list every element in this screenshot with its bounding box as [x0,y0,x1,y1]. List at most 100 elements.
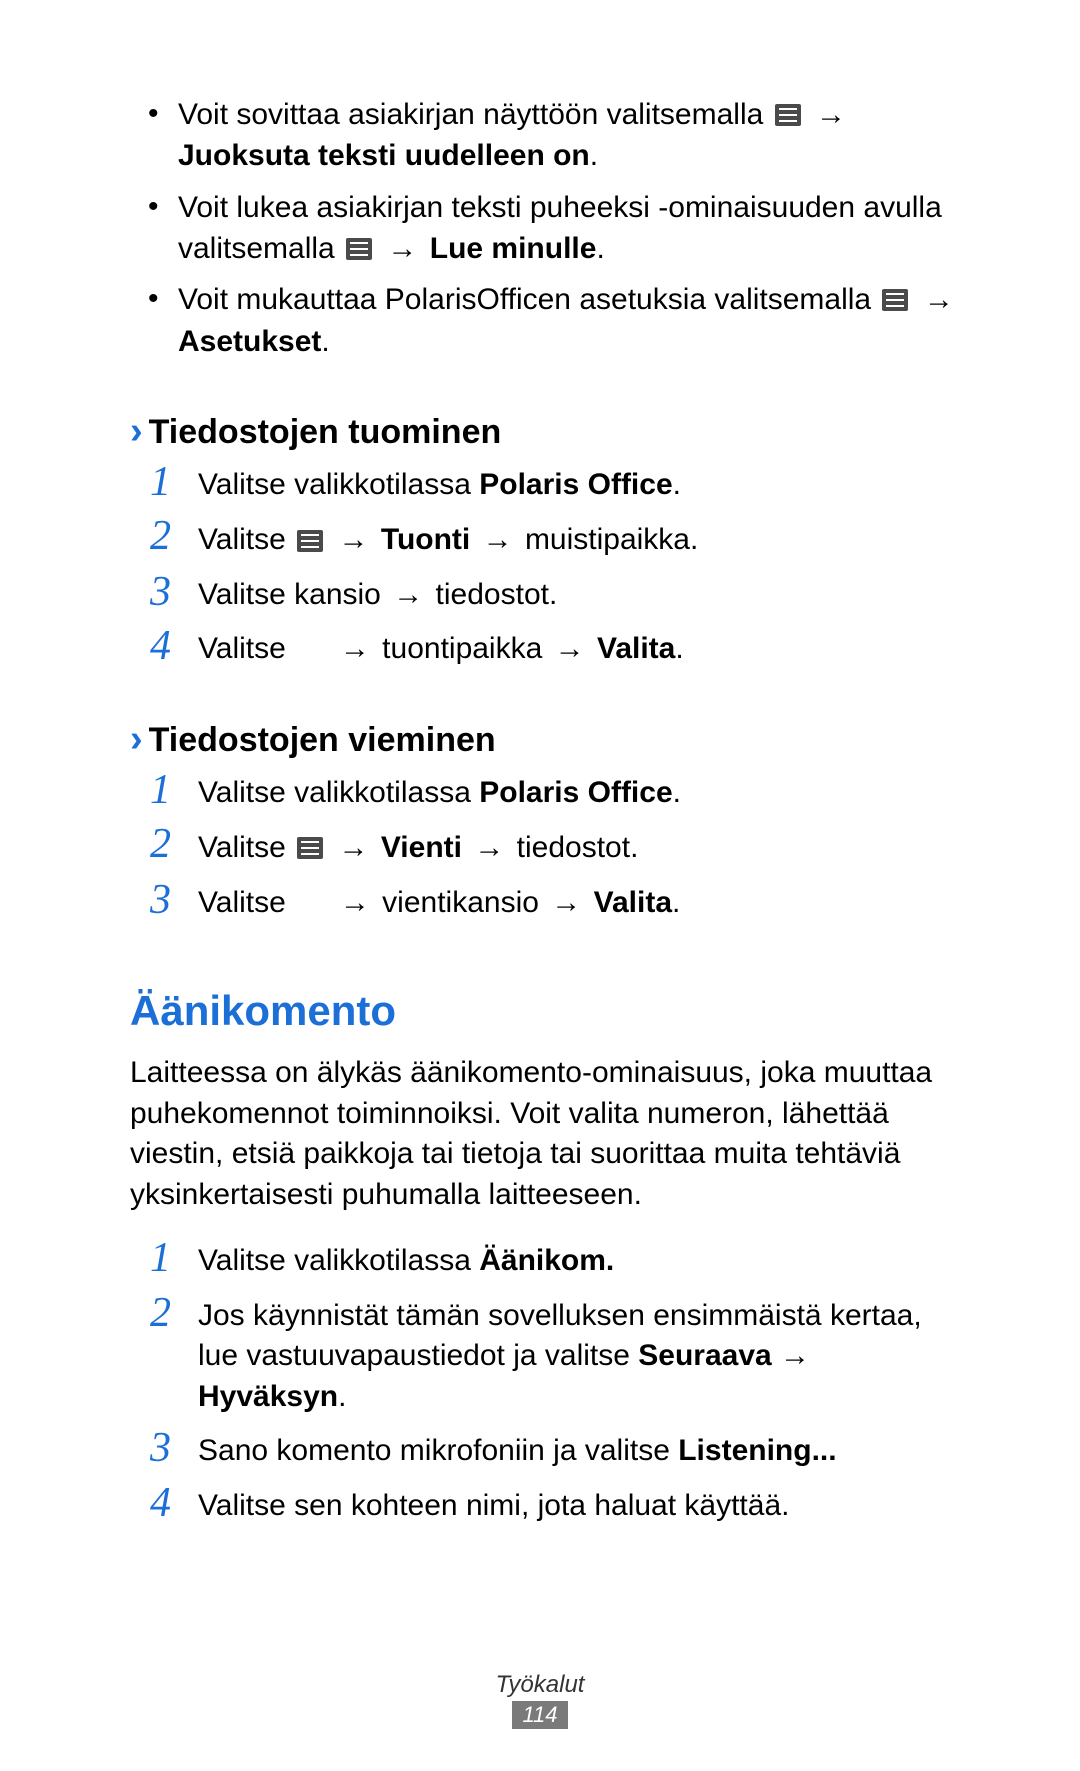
step-item: 3 Sano komento mikrofoniin ja valitse Li… [150,1429,960,1472]
step-item: 2 Jos käynnistät tämän sovelluksen ensim… [150,1294,960,1418]
step-text: Valitse → Tuonti → muistipaikka. [198,517,698,560]
text: Jos käynnistät tämän sovelluksen ensimmä… [198,1299,922,1373]
step-item: 2 Valitse → Tuonti → muistipaikka. [150,517,960,560]
text-bold: Juoksuta teksti uudelleen on [178,139,590,172]
text: Valitse [198,886,294,919]
text: Valitse valikkotilassa [198,776,479,809]
arrow-icon: → [816,95,846,136]
chevron-icon: › [130,718,143,761]
bullet-item: Voit lukea asiakirjan teksti puheeksi -o… [178,187,960,270]
step-list-voice: 1 Valitse valikkotilassa Äänikom. 2 Jos … [130,1239,960,1526]
step-number: 4 [150,1482,198,1524]
text: Voit sovittaa asiakirjan näyttöön valits… [178,98,772,131]
menu-icon [882,289,908,311]
step-number: 3 [150,879,198,921]
step-text: Valitse valikkotilassa Polaris Office. [198,463,681,506]
arrow-icon: → [772,1339,810,1372]
step-text: Jos käynnistät tämän sovelluksen ensimmä… [198,1294,960,1418]
step-list-import: 1 Valitse valikkotilassa Polaris Office.… [130,463,960,670]
step-item: 1 Valitse valikkotilassa Polaris Office. [150,771,960,814]
subheading-import: › Tiedostojen tuominen [130,410,960,453]
menu-icon [346,238,372,260]
text: muistipaikka. [525,523,698,556]
text: . [673,776,681,809]
step-number: 3 [150,1427,198,1469]
text: Valitse valikkotilassa [198,468,479,501]
menu-icon [297,837,323,859]
step-number: 2 [150,515,198,557]
subheading-title: Tiedostojen vieminen [149,721,496,760]
arrow-icon: → [339,520,369,561]
page-footer: Työkalut 114 [0,1671,1080,1729]
step-text: Valitse valikkotilassa Äänikom. [198,1239,614,1282]
step-item: 3 Valitse kansio → tiedostot. [150,573,960,616]
text: . [590,139,598,172]
step-item: 2 Valitse → Vienti → tiedostot. [150,825,960,868]
text: Valitse [198,523,294,556]
text-bold: Asetukset [178,324,321,357]
paragraph: Laitteessa on älykäs äänikomento-ominais… [130,1053,960,1215]
menu-icon [775,104,801,126]
step-number: 1 [150,461,198,503]
text-bold: Tuonti [381,523,470,556]
text: tiedostot. [427,578,557,611]
arrow-icon: → [474,828,504,869]
text: tiedostot. [517,831,639,864]
arrow-icon: → [387,229,417,270]
text: Valitse [198,632,294,665]
step-item: 1 Valitse valikkotilassa Äänikom. [150,1239,960,1282]
step-text: Valitse kansio → tiedostot. [198,573,557,616]
text-bold: Äänikom. [479,1244,614,1277]
text: Voit mukauttaa PolarisOfficen asetuksia … [178,283,879,316]
text: vientikansio [374,886,547,919]
text-bold: Listening... [678,1434,836,1467]
step-text: Valitse → tuontipaikka → Valita. [198,627,684,670]
text-bold: Polaris Office [479,776,672,809]
text: Valitse kansio [198,578,389,611]
arrow-icon: → [924,280,954,321]
bullet-item: Voit sovittaa asiakirjan näyttöön valits… [178,94,960,177]
arrow-icon: → [551,883,581,924]
step-number: 1 [150,1237,198,1279]
subheading-title: Tiedostojen tuominen [149,413,502,452]
step-number: 2 [150,1292,198,1334]
document-page: Voit sovittaa asiakirjan näyttöön valits… [0,0,1080,1771]
step-text: Valitse sen kohteen nimi, jota haluat kä… [198,1484,789,1527]
step-list-export: 1 Valitse valikkotilassa Polaris Office.… [130,771,960,923]
bullet-list: Voit sovittaa asiakirjan näyttöön valits… [130,94,960,362]
text-bold: Seuraava [638,1339,771,1372]
arrow-icon: → [555,629,585,670]
arrow-icon: → [483,520,513,561]
page-number: 114 [512,1701,567,1729]
arrow-icon: → [393,575,423,616]
heading-voice: Äänikomento [130,987,960,1035]
text-bold: Valita [589,632,676,665]
step-item: 4 Valitse → tuontipaikka → Valita. [150,627,960,670]
menu-icon [297,530,323,552]
step-text: Valitse → vientikansio → Valita. [198,881,680,924]
text: . [338,1380,346,1413]
text: . [596,232,604,265]
arrow-icon: → [339,828,369,869]
text-bold: Polaris Office [479,468,672,501]
step-number: 4 [150,625,198,667]
text: . [321,324,329,357]
text: Sano komento mikrofoniin ja valitse [198,1434,678,1467]
step-number: 2 [150,823,198,865]
text-bold: Valita [585,886,672,919]
text-bold: Vienti [381,831,462,864]
bullet-item: Voit mukauttaa PolarisOfficen asetuksia … [178,279,960,362]
step-text: Valitse valikkotilassa Polaris Office. [198,771,681,814]
text: Valitse [198,831,294,864]
text: tuontipaikka [374,632,551,665]
arrow-icon: → [340,883,370,924]
step-item: 1 Valitse valikkotilassa Polaris Office. [150,463,960,506]
text: . [675,632,683,665]
step-item: 3 Valitse → vientikansio → Valita. [150,881,960,924]
step-number: 1 [150,769,198,811]
subheading-export: › Tiedostojen vieminen [130,718,960,761]
text: Valitse valikkotilassa [198,1244,479,1277]
step-number: 3 [150,571,198,613]
chevron-icon: › [130,410,143,453]
step-item: 4 Valitse sen kohteen nimi, jota haluat … [150,1484,960,1527]
